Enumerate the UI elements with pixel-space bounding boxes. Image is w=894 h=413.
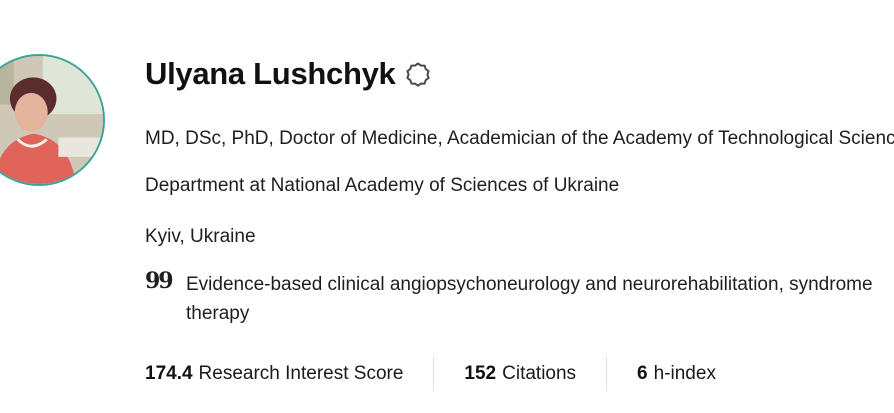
stat-label: Citations [502,363,577,384]
profile-degrees: MD, DSc, PhD, Doctor of Medicine, Academ… [145,128,894,149]
divider [433,357,435,391]
profile-location: Kyiv, Ukraine [145,226,256,247]
stat-h-index[interactable]: 6 h-index [637,356,716,392]
avatar[interactable] [0,54,105,186]
name-row: Ulyana Lushchyk [145,56,431,92]
divider [606,357,608,391]
quote-icon: 99 [145,268,174,294]
profile-name[interactable]: Ulyana Lushchyk [145,56,396,92]
stat-value: 152 [464,363,497,384]
research-interest: Evidence-based clinical angiopsychoneuro… [186,274,873,324]
stat-label: Research Interest Score [198,363,404,384]
stats-bar: 174.4 Research Interest Score 152 Citati… [145,356,716,392]
stat-label: h-index [653,363,716,384]
profile-header: Ulyana Lushchyk MD, DSc, PhD, Doctor of … [0,0,894,413]
avatar-photo [0,56,103,184]
stat-research-interest-score[interactable]: 174.4 Research Interest Score [145,356,403,392]
stat-value: 174.4 [145,363,193,384]
stat-value: 6 [637,363,648,384]
verified-outline-icon[interactable] [405,61,431,87]
stat-citations[interactable]: 152 Citations [464,356,576,392]
profile-department[interactable]: Department at National Academy of Scienc… [145,175,619,197]
